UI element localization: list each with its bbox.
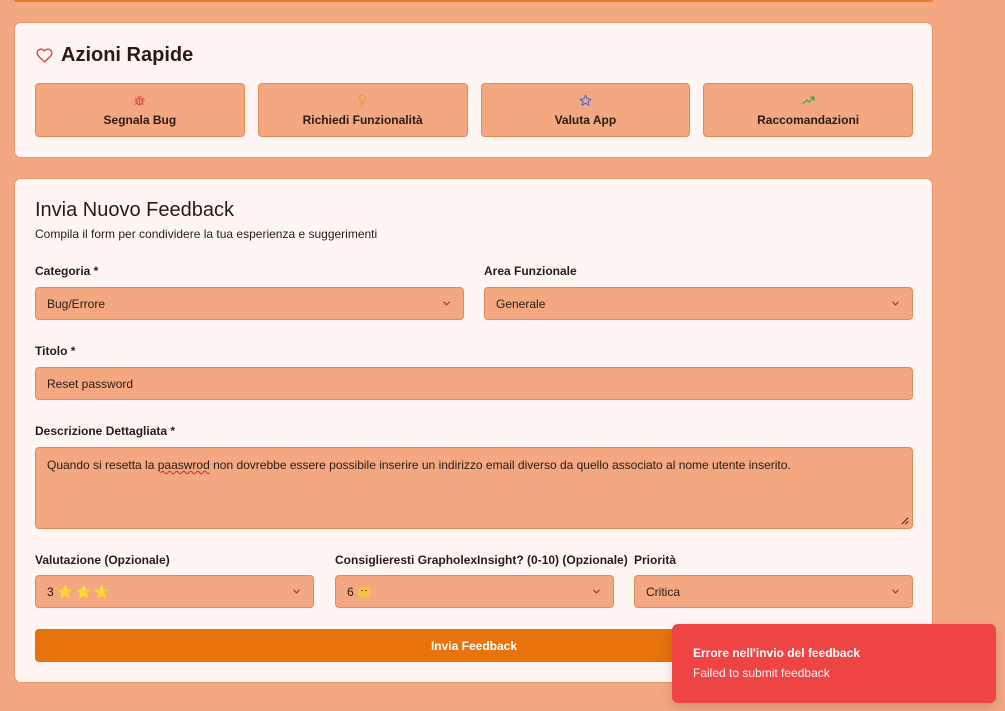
resize-handle-icon[interactable] — [900, 516, 909, 525]
rate-app-label: Valuta App — [554, 112, 617, 127]
rating-number: 3 — [47, 584, 54, 599]
title-input[interactable]: Reset password — [35, 367, 913, 400]
neutral-face-icon — [357, 585, 370, 598]
description-typo-word: paaswrod — [157, 458, 210, 472]
request-feature-button[interactable]: Richiedi Funzionalità — [257, 83, 468, 137]
recommend-label: Consiglieresti GrapholexInsight? (0-10) … — [335, 553, 628, 567]
report-bug-label: Segnala Bug — [103, 112, 177, 127]
report-bug-button[interactable]: Segnala Bug — [35, 83, 245, 137]
area-select[interactable]: Generale — [484, 287, 913, 320]
recommend-number: 6 — [347, 584, 354, 599]
description-label: Descrizione Dettagliata * — [35, 424, 176, 438]
chevron-down-icon — [593, 589, 600, 594]
description-text-end: non dovrebbe essere possibile inserire u… — [209, 458, 791, 472]
quick-actions-title: Azioni Rapide — [61, 43, 194, 66]
category-label: Categoria * — [35, 264, 99, 278]
chevron-down-icon — [892, 301, 899, 306]
quick-actions-card: Azioni Rapide Segnala Bug Richiedi Funzi… — [14, 22, 933, 158]
recommend-select[interactable]: 6 — [335, 575, 614, 608]
chevron-down-icon — [892, 589, 899, 594]
priority-value: Critica — [646, 584, 681, 599]
feedback-form-card: Invia Nuovo Feedback Compila il form per… — [14, 178, 933, 683]
area-value: Generale — [496, 296, 546, 311]
rate-app-button[interactable]: Valuta App — [480, 83, 691, 137]
rating-label: Valutazione (Opzionale) — [35, 553, 170, 567]
trending-up-icon — [802, 96, 815, 104]
rating-stars: ⭐ ⭐ ⭐ — [57, 584, 110, 599]
chevron-down-icon — [293, 589, 300, 594]
recommendations-label: Raccomandazioni — [757, 112, 860, 127]
title-value: Reset password — [47, 376, 134, 391]
quick-actions-heading: Azioni Rapide — [36, 43, 193, 67]
form-subtitle: Compila il form per condividere la tua e… — [35, 227, 378, 241]
category-select[interactable]: Bug/Errore — [35, 287, 464, 320]
heart-icon — [36, 47, 53, 63]
recommendations-button[interactable]: Raccomandazioni — [703, 83, 913, 137]
top-card-edge — [14, 0, 933, 2]
rating-value: 3 ⭐ ⭐ ⭐ — [47, 585, 291, 599]
form-title: Invia Nuovo Feedback — [35, 199, 235, 221]
toast-message: Failed to submit feedback — [693, 666, 830, 680]
title-label: Titolo * — [35, 344, 76, 358]
bug-icon — [134, 95, 146, 105]
lightbulb-icon — [358, 94, 367, 106]
chevron-down-icon — [443, 301, 450, 306]
description-text-start: Quando si resetta la — [47, 458, 158, 472]
priority-select[interactable]: Critica — [634, 575, 913, 608]
star-icon — [579, 94, 592, 106]
area-label: Area Funzionale — [484, 264, 577, 278]
priority-label: Priorità — [634, 553, 677, 567]
rating-select[interactable]: 3 ⭐ ⭐ ⭐ — [35, 575, 314, 608]
description-textarea[interactable]: Quando si resetta la paaswrod non dovreb… — [35, 447, 913, 529]
error-toast[interactable]: Errore nell'invio del feedback Failed to… — [672, 624, 996, 703]
quick-actions-row: Segnala Bug Richiedi Funzionalità Valuta… — [35, 83, 913, 137]
category-value: Bug/Errore — [47, 296, 106, 311]
request-feature-label: Richiedi Funzionalità — [302, 112, 423, 127]
toast-title: Errore nell'invio del feedback — [693, 646, 860, 660]
recommend-value: 6 — [347, 585, 591, 599]
